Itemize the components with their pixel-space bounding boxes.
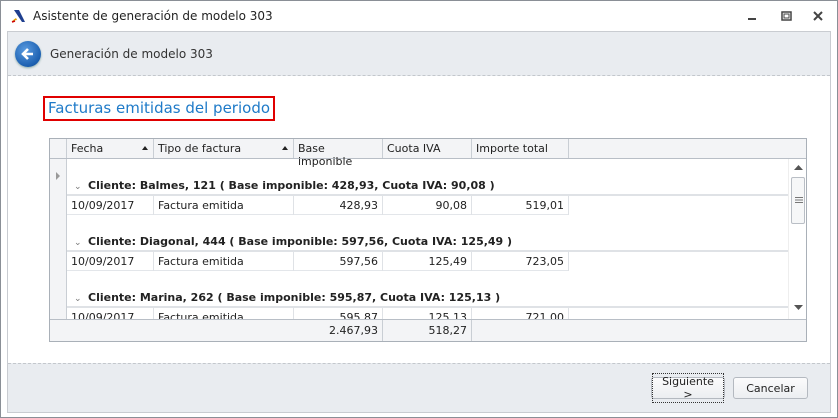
table-cell: Factura emitida <box>154 308 294 319</box>
wizard-footer: Siguiente > Cancelar <box>8 363 830 412</box>
table-cell: 595,87 <box>294 308 383 319</box>
row-indicator-header <box>50 139 67 158</box>
wizard-header-title: Generación de modelo 303 <box>50 46 213 61</box>
arrow-left-icon <box>21 47 33 60</box>
chevron-down-icon[interactable]: ⌄ <box>74 182 82 192</box>
column-header-importe[interactable]: Importe total <box>472 139 569 158</box>
total-base-imponible: 2.467,93 <box>294 320 383 341</box>
group-block: ⌄ Cliente: Diagonal, 444 ( Base imponible… <box>50 215 788 271</box>
chevron-down-icon[interactable]: ⌄ <box>74 238 82 248</box>
close-button[interactable] <box>810 9 826 23</box>
group-row[interactable]: ⌄ Cliente: Marina, 262 ( Base imponible: … <box>67 289 788 308</box>
table-cell: 10/09/2017 <box>67 308 154 319</box>
table-row[interactable]: 10/09/2017 Factura emitida 597,56 125,49 723… <box>67 252 569 271</box>
column-header-tipo[interactable]: Tipo de factura <box>154 139 294 158</box>
table-cell: Factura emitida <box>154 196 294 215</box>
title-bar: Asistente de generación de modelo 303 <box>1 1 837 31</box>
column-header-fecha[interactable]: Fecha <box>67 139 154 158</box>
table-row[interactable]: 10/09/2017 Factura emitida 428,93 90,08 519,… <box>67 196 569 215</box>
next-label: Siguiente > <box>652 373 724 403</box>
table-cell: 125,13 <box>383 308 472 319</box>
table-cell: 721,00 <box>472 308 569 319</box>
chevron-down-icon[interactable]: ⌄ <box>74 294 82 304</box>
column-header-base[interactable]: Base imponible <box>294 139 383 168</box>
wizard-page: Generación de modelo 303 Facturas emitid… <box>7 31 831 413</box>
back-button[interactable] <box>15 40 41 67</box>
table-cell: 10/09/2017 <box>67 196 154 215</box>
scrollbar-thumb[interactable] <box>791 177 805 224</box>
scroll-up-icon[interactable] <box>794 164 803 170</box>
section-title: Facturas emitidas del periodo <box>43 96 276 121</box>
table-cell: 10/09/2017 <box>67 252 154 271</box>
sort-asc-icon <box>142 146 148 150</box>
table-cell: Factura emitida <box>154 252 294 271</box>
window-title: Asistente de generación de modelo 303 <box>33 9 273 23</box>
table-row[interactable]: 10/09/2017 Factura emitida 595,87 125,13 721… <box>67 308 569 319</box>
column-label: Fecha <box>71 142 104 155</box>
table-cell: 428,93 <box>294 196 383 215</box>
grid-footer-totals: 2.467,93 518,27 <box>50 319 806 341</box>
group-label: Cliente: Diagonal, 444 ( Base imponible:… <box>88 235 513 248</box>
table-cell: 723,05 <box>472 252 569 271</box>
cancel-button[interactable]: Cancelar <box>733 377 808 399</box>
group-label: Cliente: Marina, 262 ( Base imponible: 5… <box>88 291 501 304</box>
grid-body: ⌄ Cliente: Balmes, 121 ( Base imponible: … <box>50 159 788 319</box>
table-cell: 519,01 <box>472 196 569 215</box>
group-block: ⌄ Cliente: Balmes, 121 ( Base imponible: … <box>50 159 788 215</box>
table-cell: 597,56 <box>294 252 383 271</box>
wizard-header: Generación de modelo 303 <box>8 32 830 76</box>
scroll-down-icon[interactable] <box>794 305 803 311</box>
table-cell: 90,08 <box>383 196 472 215</box>
maximize-button[interactable] <box>778 9 794 23</box>
app-logo-icon <box>11 10 25 23</box>
minimize-button[interactable] <box>744 9 760 23</box>
column-header-cuota[interactable]: Cuota IVA <box>383 139 472 158</box>
vertical-scrollbar[interactable] <box>788 159 806 319</box>
next-button[interactable]: Siguiente > <box>651 373 725 403</box>
table-cell: 125,49 <box>383 252 472 271</box>
column-label: Tipo de factura <box>158 142 242 155</box>
grid-header: Fecha Tipo de factura Base imponible Cuo… <box>50 139 806 168</box>
group-label: Cliente: Balmes, 121 ( Base imponible: 4… <box>88 179 495 192</box>
wizard-window: Asistente de generación de modelo 303 Ge… <box>0 0 838 418</box>
total-cuota-iva: 518,27 <box>383 320 472 341</box>
invoices-grid: Fecha Tipo de factura Base imponible Cuo… <box>49 138 807 342</box>
group-row[interactable]: ⌄ Cliente: Balmes, 121 ( Base imponible: … <box>67 177 788 196</box>
sort-asc-icon <box>282 146 288 150</box>
group-row[interactable]: ⌄ Cliente: Diagonal, 444 ( Base imponible… <box>67 233 788 252</box>
group-block: ⌄ Cliente: Marina, 262 ( Base imponible: … <box>50 271 788 319</box>
